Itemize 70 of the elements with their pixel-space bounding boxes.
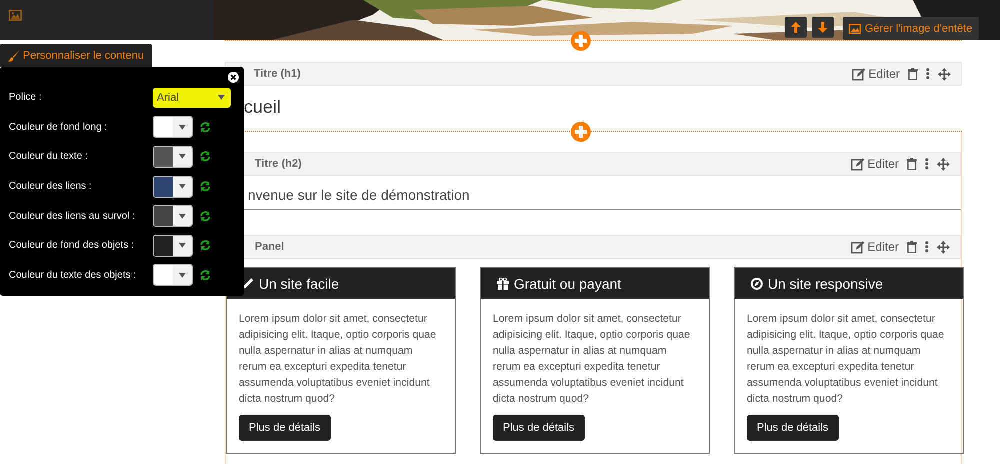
compass-icon (751, 278, 763, 290)
caret-icon (179, 214, 186, 219)
more-icon[interactable] (925, 241, 929, 253)
brush-icon (8, 50, 20, 62)
add-icon[interactable] (571, 122, 591, 142)
font-select[interactable]: Arial (153, 88, 231, 108)
details-button[interactable]: Plus de détails (747, 415, 839, 441)
color-label: Couleur des liens : (9, 181, 93, 192)
pencil-icon (243, 278, 254, 289)
card-title: Un site facile (259, 276, 340, 292)
block-title: Panel (255, 241, 284, 253)
edit-button[interactable]: Editer (850, 240, 899, 254)
edit-icon (850, 158, 865, 170)
card-text: Lorem ipsum dolor sit amet, consectetur adipisicing elit. Itaque, optio corporis quae nulla aspernatur in alias at numquam rerum ea excepturi expedita tenetur assumenda voluptatibus eveniet incidunt dicta nostrum quod? (239, 312, 438, 407)
move-down-button[interactable] (812, 17, 834, 38)
manage-image-button[interactable]: Gérer l'image d'entête (843, 17, 979, 40)
color-label: Couleur de fond long : (9, 122, 108, 133)
color-label: Couleur du texte des objets : (9, 270, 138, 281)
caret-icon (179, 272, 186, 278)
arrow-up-icon (791, 22, 801, 33)
reset-icon[interactable] (200, 210, 211, 222)
color-picker[interactable] (153, 176, 193, 198)
edit-button[interactable]: Editer (852, 67, 900, 81)
color-picker[interactable] (153, 234, 193, 257)
card-text: Lorem ipsum dolor sit amet, consectetur adipisicing elit. Itaque, optio corporis quae nulla aspernatur in alias at numquam rerum ea excepturi expedita tenetur assumenda voluptatibus eveniet incidunt dicta nostrum quod? (493, 312, 692, 407)
move-up-button[interactable] (785, 17, 807, 38)
customize-button[interactable]: Personnaliser le contenu (0, 44, 152, 67)
details-button[interactable]: Plus de détails (493, 415, 585, 441)
block-title: Titre (h2) (255, 158, 302, 170)
color-picker[interactable] (153, 146, 193, 168)
heading-text: cueil (243, 96, 282, 119)
trash-icon[interactable] (908, 68, 918, 80)
more-icon[interactable] (926, 68, 930, 80)
card-title: Un site responsive (768, 276, 884, 292)
edit-icon (850, 240, 865, 254)
more-icon[interactable] (925, 158, 929, 170)
arrow-down-icon (818, 22, 828, 33)
caret-icon (179, 154, 186, 160)
color-label: Couleur de fond des objets : (9, 240, 136, 252)
details-button[interactable]: Plus de détails (239, 415, 331, 441)
image-icon[interactable] (9, 10, 22, 21)
reset-icon[interactable] (200, 270, 211, 281)
caret-icon (218, 95, 225, 100)
color-label: Couleur des liens au survol : (9, 210, 136, 222)
block-title: Titre (h1) (254, 68, 301, 80)
gift-icon (497, 278, 509, 290)
reset-icon[interactable] (200, 122, 211, 133)
close-icon[interactable] (228, 72, 239, 83)
color-label: Couleur du texte : (9, 151, 89, 162)
reset-icon[interactable] (200, 240, 211, 252)
caret-icon (179, 243, 186, 248)
trash-icon[interactable] (907, 241, 917, 253)
reset-icon[interactable] (200, 181, 211, 192)
color-picker[interactable] (153, 264, 193, 286)
move-icon[interactable] (937, 240, 950, 254)
edit-button[interactable]: Editer (850, 157, 899, 171)
card-title: Gratuit ou payant (514, 276, 622, 292)
font-label: Police : (9, 92, 43, 104)
reset-icon[interactable] (200, 151, 211, 162)
caret-icon (179, 124, 186, 130)
move-icon[interactable] (937, 158, 950, 170)
caret-icon (179, 184, 186, 190)
image-icon (849, 24, 861, 34)
edit-icon (852, 68, 866, 80)
trash-icon[interactable] (907, 158, 917, 170)
card-text: Lorem ipsum dolor sit amet, consectetur adipisicing elit. Itaque, optio corporis quae nulla aspernatur in alias at numquam rerum ea excepturi expedita tenetur assumenda voluptatibus eveniet incidunt dicta nostrum quod? (747, 312, 946, 407)
add-icon[interactable] (571, 31, 591, 51)
move-icon[interactable] (938, 68, 951, 80)
color-picker[interactable] (153, 116, 193, 138)
color-picker[interactable] (153, 205, 193, 228)
